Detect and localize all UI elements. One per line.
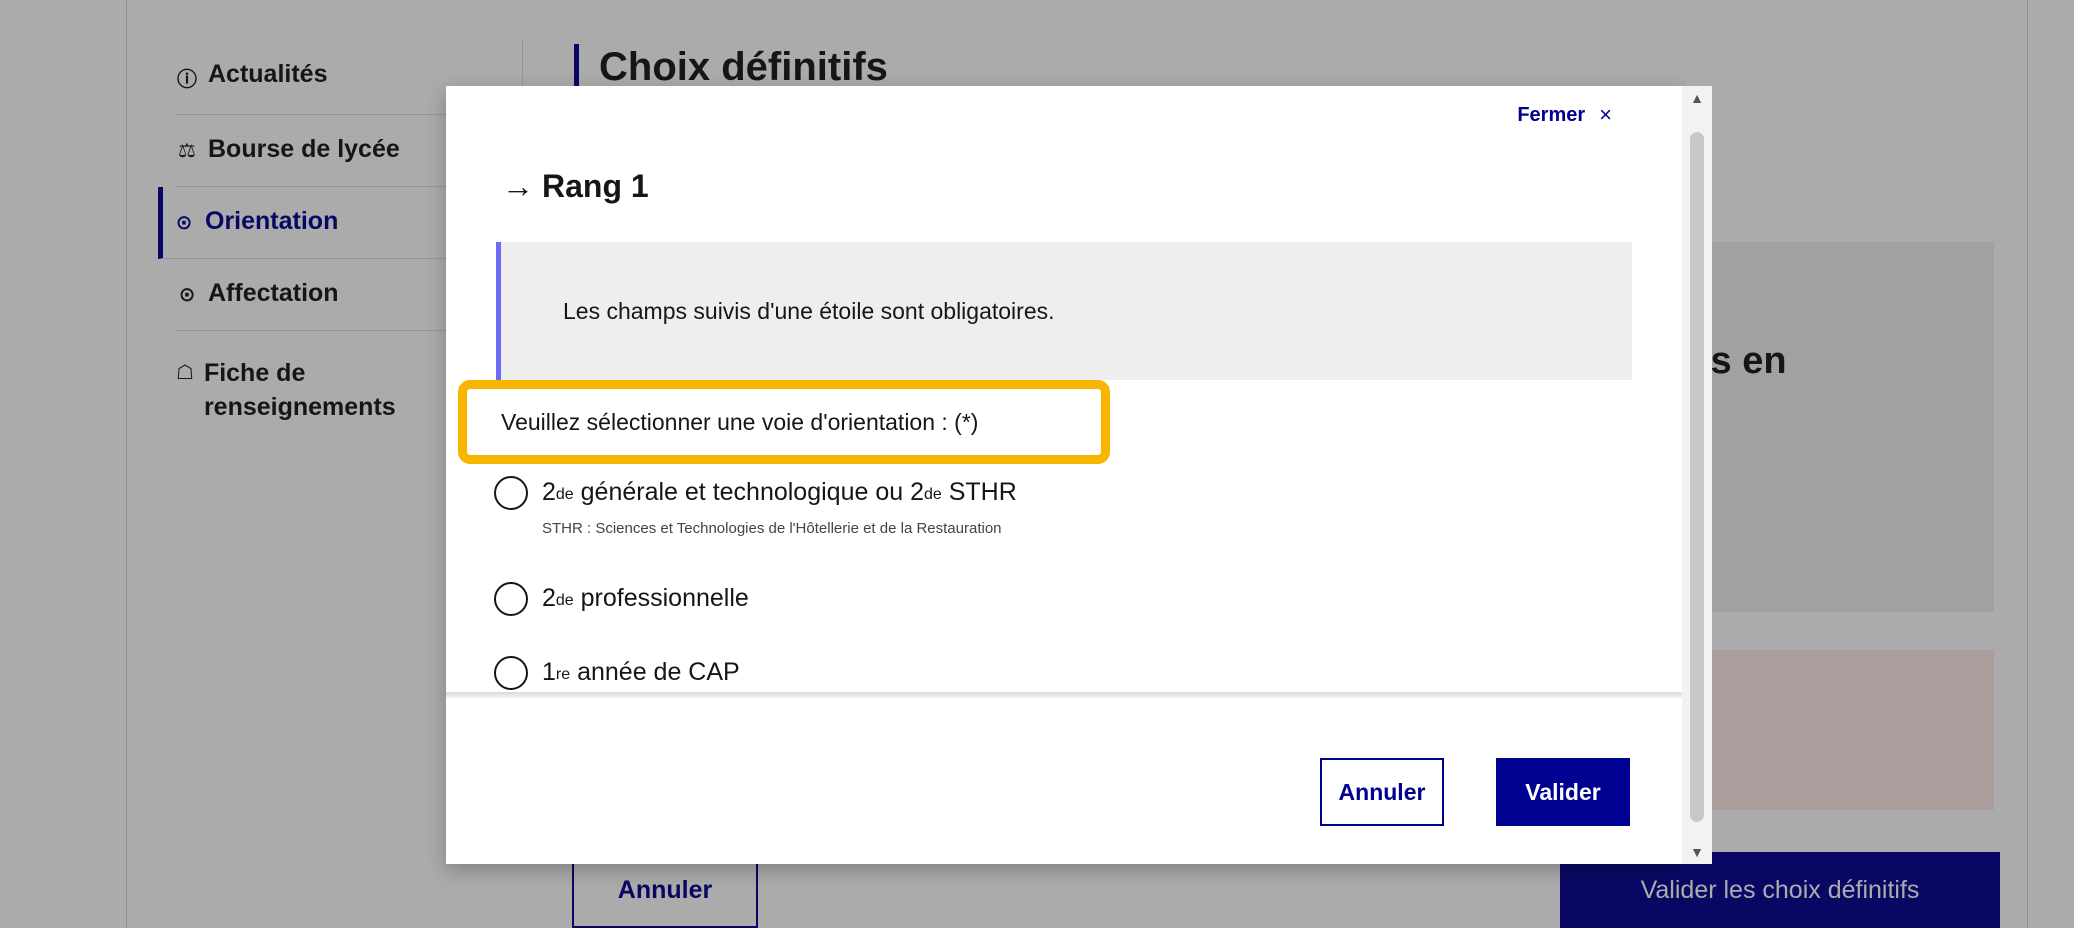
radio-button[interactable]: [494, 476, 528, 510]
option-2de-pro[interactable]: 2de professionnelle: [494, 580, 749, 620]
close-button[interactable]: Fermer ×: [1517, 102, 1612, 128]
radio-button[interactable]: [494, 582, 528, 616]
option-prefix: 1: [542, 658, 556, 686]
scroll-up-icon[interactable]: ▲: [1682, 90, 1712, 106]
option-2de-gt[interactable]: 2de générale et technologique ou 2de STH…: [494, 474, 1017, 540]
option-text: 2de professionnelle: [542, 580, 749, 620]
scroll-down-icon[interactable]: ▼: [1682, 844, 1712, 860]
option-hint: STHR : Sciences et Technologies de l'Hôt…: [542, 520, 1002, 537]
option-sup: re: [555, 666, 571, 683]
option-sup: de: [923, 486, 942, 503]
close-label: Fermer: [1517, 103, 1586, 126]
option-sup: de: [555, 592, 574, 609]
rank-modal: Fermer × → Rang 1 Les champs suivis d'un…: [446, 86, 1712, 864]
option-suffix: STHR: [941, 478, 1017, 506]
arrow-right-icon: →: [502, 168, 534, 204]
option-mid: générale et technologique ou 2: [573, 478, 924, 506]
modal-scrollbar[interactable]: ▲ ▼: [1682, 86, 1712, 864]
cancel-button[interactable]: Annuler: [1320, 758, 1444, 826]
modal-title-text: Rang 1: [542, 168, 649, 204]
modal-title: → Rang 1: [502, 168, 649, 205]
close-icon: ×: [1599, 102, 1612, 127]
radio-button[interactable]: [494, 656, 528, 690]
required-fields-notice: Les champs suivis d'une étoile sont obli…: [496, 242, 1632, 380]
modal-footer: Annuler Valider: [446, 698, 1682, 864]
option-text: 2de générale et technologique ou 2de STH…: [542, 474, 1017, 540]
scroll-thumb[interactable]: [1690, 132, 1704, 822]
option-prefix: 2: [542, 478, 556, 506]
submit-button[interactable]: Valider: [1496, 758, 1630, 826]
option-text: 1re année de CAP: [542, 654, 740, 694]
option-sup: de: [555, 486, 574, 503]
option-cap[interactable]: 1re année de CAP: [494, 654, 740, 694]
option-mid: professionnelle: [573, 584, 749, 612]
option-mid: année de CAP: [570, 658, 740, 686]
option-prefix: 2: [542, 584, 556, 612]
orientation-legend: Veuillez sélectionner une voie d'orienta…: [501, 408, 979, 435]
orientation-legend-highlight: Veuillez sélectionner une voie d'orienta…: [458, 380, 1110, 464]
modal-body: Fermer × → Rang 1 Les champs suivis d'un…: [446, 86, 1682, 698]
